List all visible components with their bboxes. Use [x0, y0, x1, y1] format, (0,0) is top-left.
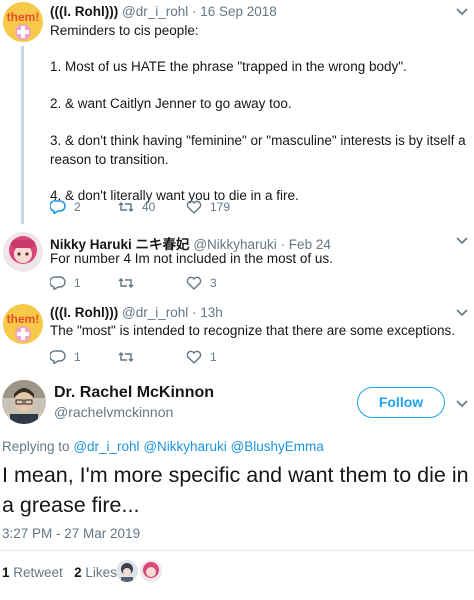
like-count: 3	[210, 276, 217, 290]
like-button[interactable]: 1	[186, 350, 254, 364]
tweet-timestamp[interactable]: 3:27 PM - 27 Mar 2019	[2, 526, 140, 541]
chevron-down-icon[interactable]	[456, 400, 468, 408]
tweet-line: 3. & don't think having "feminine" or "m…	[50, 133, 466, 167]
replying-to: Replying to @dr_i_rohl @Nikkyharuki @Blu…	[2, 439, 324, 454]
thread-line	[21, 46, 24, 224]
like-count: 1	[210, 350, 217, 364]
thread-tweet-1[interactable]: them! (((I. Rohl))) @dr_i_rohl · 16 Sep …	[0, 0, 474, 224]
avatar-nikky[interactable]	[3, 232, 43, 272]
main-tweet-text: I mean, I'm more specific and want them …	[2, 463, 469, 517]
chevron-down-icon[interactable]	[456, 309, 468, 317]
avatar-lettering: them!	[7, 312, 40, 326]
avatar-rohl[interactable]: them!	[3, 304, 43, 344]
replying-to-label: Replying to	[2, 439, 70, 454]
reply-icon	[50, 200, 66, 214]
avatar-rohl[interactable]: them!	[3, 2, 43, 42]
like-count: 179	[210, 200, 231, 214]
like-stat[interactable]: 2 Likes	[74, 565, 117, 580]
liker-avatar-icon	[140, 560, 162, 582]
liker-avatar-icon	[116, 560, 138, 582]
reply-count: 2	[74, 200, 81, 214]
like-button[interactable]: 179	[186, 200, 254, 214]
retweet-icon	[118, 202, 134, 212]
reply-count: 1	[74, 276, 81, 290]
mention-link[interactable]: @Nikkyharuki	[143, 439, 226, 454]
retweet-stat-label: Retweet	[13, 565, 63, 580]
tweet-date[interactable]: · 16 Sep 2018	[192, 4, 277, 19]
tweet-line: 2. & want Caitlyn Jenner to go away too.	[50, 96, 292, 111]
heart-icon	[186, 200, 202, 214]
follow-button[interactable]: Follow	[357, 387, 445, 418]
tweet-text: Reminders to cis people: 1. Most of us H…	[50, 21, 470, 205]
like-stat-label: Likes	[85, 565, 117, 580]
heart-icon	[186, 276, 202, 290]
author-handle[interactable]: @dr_i_rohl	[122, 305, 188, 320]
profile-photo-icon	[2, 380, 46, 424]
tweet-line: 1. Most of us HATE the phrase "trapped i…	[50, 59, 407, 74]
like-stat-count: 2	[74, 565, 82, 580]
author-name[interactable]: (((I. Rohl)))	[50, 4, 118, 19]
retweet-button[interactable]	[118, 276, 186, 290]
liker-avatar[interactable]	[116, 560, 138, 582]
chevron-down-icon[interactable]	[456, 237, 468, 245]
chevron-down-icon[interactable]	[456, 8, 468, 16]
retweet-stat[interactable]: 1 Retweet	[2, 565, 63, 580]
tweet-actions: 2 40 179	[50, 200, 254, 214]
tweet-header: (((I. Rohl))) @dr_i_rohl · 13h	[50, 305, 223, 320]
avatar-mckinnon[interactable]	[2, 380, 46, 424]
them-avatar-icon: them!	[3, 304, 43, 344]
author-name[interactable]: Dr. Rachel McKinnon	[54, 384, 214, 402]
anime-avatar-icon	[3, 232, 43, 272]
avatar-lettering: them!	[7, 10, 40, 24]
author-name[interactable]: (((I. Rohl)))	[50, 305, 118, 320]
reply-button[interactable]: 2	[50, 200, 118, 214]
mention-link[interactable]: @dr_i_rohl	[73, 439, 139, 454]
thread-tweet-3[interactable]: them! (((I. Rohl))) @dr_i_rohl · 13h The…	[0, 300, 474, 375]
engagement-stats: 1 Retweet 2 Likes	[2, 565, 117, 580]
retweet-icon	[118, 278, 134, 288]
tweet-actions: 1 3	[50, 276, 254, 290]
retweet-button[interactable]: 40	[118, 200, 186, 214]
tweet-line: Reminders to cis people:	[50, 23, 199, 38]
tweet-date[interactable]: · 13h	[192, 305, 223, 320]
them-avatar-icon: them!	[3, 2, 43, 42]
reply-count: 1	[74, 350, 81, 364]
divider	[0, 550, 474, 551]
author-handle[interactable]: @dr_i_rohl	[122, 4, 188, 19]
retweet-icon	[118, 352, 134, 362]
tweet-text: The "most" is intended to recognize that…	[50, 323, 456, 338]
like-button[interactable]: 3	[186, 276, 254, 290]
reply-icon	[50, 350, 66, 364]
tweet-actions: 1 1	[50, 350, 254, 364]
retweet-stat-count: 1	[2, 565, 10, 580]
reply-icon	[50, 276, 66, 290]
retweet-count: 40	[142, 200, 156, 214]
reply-button[interactable]: 1	[50, 350, 118, 364]
reply-button[interactable]: 1	[50, 276, 118, 290]
mention-link[interactable]: @BlushyEmma	[231, 439, 324, 454]
author-handle[interactable]: @rachelvmckinnon	[54, 404, 173, 420]
liker-avatar[interactable]	[140, 560, 162, 582]
thread-tweet-2[interactable]: Nikky Haruki ニキ春妃 @Nikkyharuki · Feb 24 …	[0, 224, 474, 299]
tweet-header: (((I. Rohl))) @dr_i_rohl · 16 Sep 2018	[50, 4, 277, 19]
heart-icon	[186, 350, 202, 364]
retweet-button[interactable]	[118, 350, 186, 364]
tweet-text: For number 4 Im not included in the most…	[50, 251, 333, 266]
